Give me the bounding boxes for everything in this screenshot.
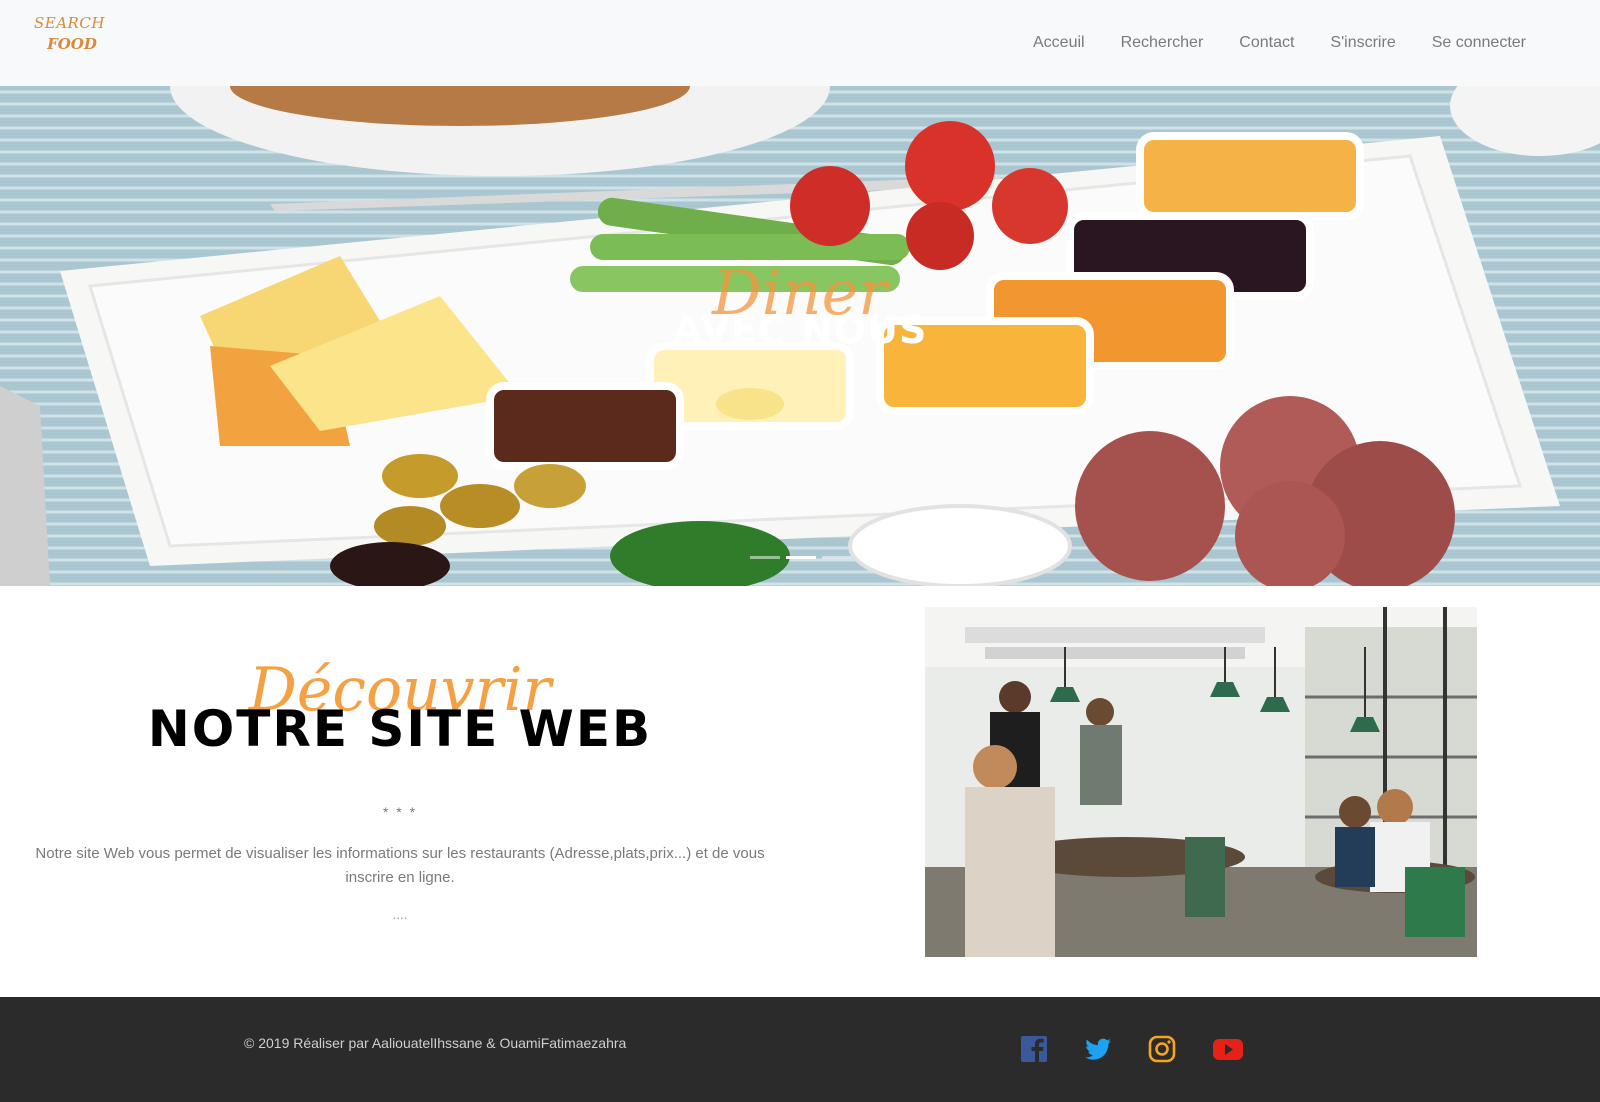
carousel-indicator-2[interactable] [786,556,816,559]
brand-logo[interactable]: SEARCH FOOD [34,16,104,64]
brand-line-2: FOOD [47,35,97,53]
footer: © 2019 Réaliser par AaliouatelIhssane & … [0,997,1600,1102]
nav-link-contact[interactable]: Contact [1221,33,1312,53]
nav-link-connecter[interactable]: Se connecter [1414,33,1544,53]
about-dots: .... [392,907,408,922]
nav-link-inscrire[interactable]: S'inscrire [1312,33,1413,53]
footer-copyright: © 2019 Réaliser par AaliouatelIhssane & … [244,1035,627,1051]
about-stars: * * * [382,804,418,820]
about-title: NOTRE SITE WEB [147,700,653,758]
instagram-icon[interactable] [1146,1033,1178,1065]
about-description: Notre site Web vous permet de visualiser… [35,845,765,886]
hero-title: AVEC NOUS [672,308,928,352]
hero-carousel: Diner AVEC NOUS [0,86,1600,586]
brand-line-1: SEARCH [34,14,105,32]
restaurant-photo [925,607,1477,957]
navbar: SEARCH FOOD Acceuil Rechercher Contact S… [0,0,1600,86]
carousel-indicator-1[interactable] [750,556,780,559]
nav-link-acceuil[interactable]: Acceuil [1015,33,1103,53]
nav-link-rechercher[interactable]: Rechercher [1103,33,1222,53]
nav-links: Acceuil Rechercher Contact S'inscrire Se… [1015,33,1544,53]
carousel-indicator-3[interactable] [822,556,852,559]
carousel-indicators [750,556,852,559]
facebook-icon[interactable] [1018,1033,1050,1065]
twitter-icon[interactable] [1082,1033,1114,1065]
youtube-icon[interactable] [1212,1033,1244,1065]
